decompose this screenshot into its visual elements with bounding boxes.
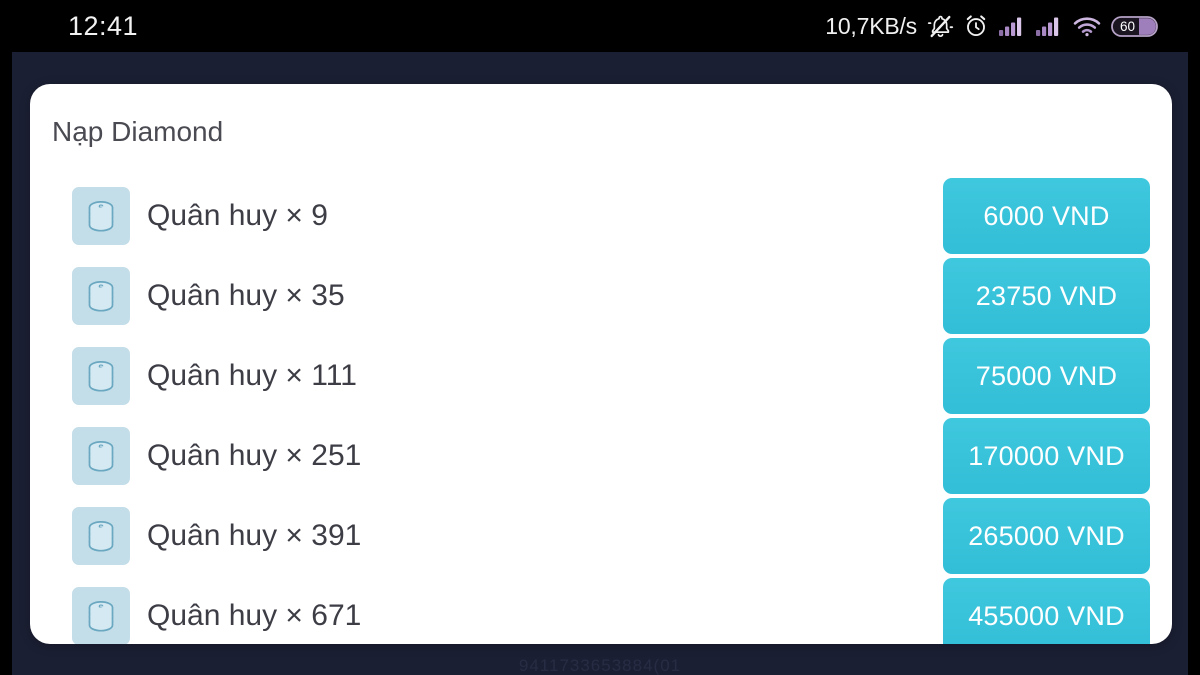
background-faint-text: 9411733653884(01 [518,656,682,675]
signal-bars-icon [1035,14,1063,38]
recharge-option-label: Quân huy × 111 [147,359,357,392]
list-item[interactable]: $ Quân huy × 391 265000 VND [30,496,1172,576]
battery-icon: 60 [1111,14,1158,39]
price-button[interactable]: 6000 VND [943,178,1150,254]
list-item[interactable]: $ Quân huy × 35 23750 VND [30,256,1172,336]
recharge-option-label: Quân huy × 391 [147,519,362,552]
recharge-option-label: Quân huy × 35 [147,279,345,312]
recharge-option-label: Quân huy × 9 [147,199,328,232]
wifi-icon [1072,14,1102,38]
list-item[interactable]: $ Quân huy × 9 6000 VND [30,176,1172,256]
page-title: Nạp Diamond [52,116,224,147]
coin-stack-icon: $ [72,507,130,565]
recharge-option-label: Quân huy × 251 [147,439,362,472]
status-clock: 12:41 [68,11,139,41]
recharge-option-label: Quân huy × 671 [147,599,362,632]
list-item[interactable]: $ Quân huy × 251 170000 VND [30,416,1172,496]
recharge-options-list: $ Quân huy × 9 6000 VND $ Quân huy × 35 … [30,176,1172,644]
battery-level-label: 60 [1120,19,1135,34]
coin-stack-icon: $ [72,427,130,485]
status-bar: 12:41 10,7KB/s 60 [0,0,1200,52]
price-button[interactable]: 265000 VND [943,498,1150,574]
alarm-clock-icon [963,13,989,39]
recharge-dialog-card: Nạp Diamond $ Quân huy × 9 6000 VND $ [30,84,1172,644]
bell-muted-icon [927,13,954,40]
price-button[interactable]: 455000 VND [943,578,1150,644]
coin-stack-icon: $ [72,267,130,325]
status-bar-icons: 10,7KB/s 60 [825,10,1158,42]
coin-stack-icon: $ [72,587,130,644]
coin-stack-icon: $ [72,347,130,405]
price-button[interactable]: 75000 VND [943,338,1150,414]
list-item[interactable]: $ Quân huy × 111 75000 VND [30,336,1172,416]
network-speed-label: 10,7KB/s [825,12,917,39]
price-button[interactable]: 23750 VND [943,258,1150,334]
phone-screen: 12:41 10,7KB/s 60 9411733653884(01 Nạp D… [0,0,1200,675]
coin-stack-icon: $ [72,187,130,245]
price-button[interactable]: 170000 VND [943,418,1150,494]
signal-bars-icon [998,14,1026,38]
list-item[interactable]: $ Quân huy × 671 455000 VND [30,576,1172,644]
